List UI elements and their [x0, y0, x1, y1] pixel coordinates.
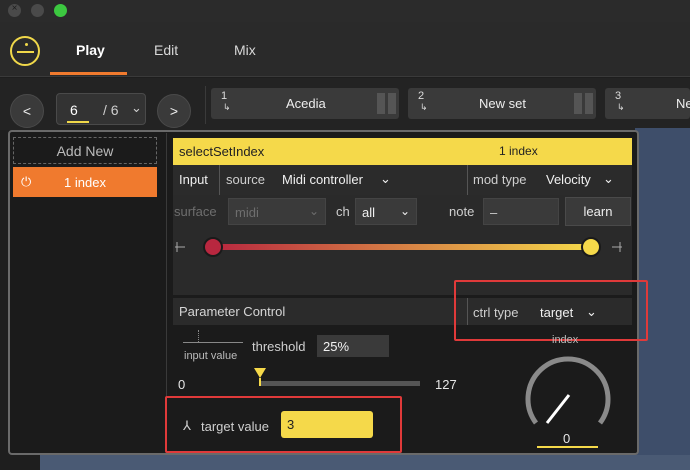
parameter-slider[interactable]	[250, 366, 426, 388]
mapping-count: 1 index	[499, 144, 538, 158]
set-slot-index: 2	[418, 90, 425, 102]
mapping-list-item-label: 1 index	[64, 175, 106, 190]
slider-max-label: 127	[435, 377, 457, 392]
knob-value: 0	[563, 431, 571, 446]
return-arrow-icon: ↳	[420, 102, 428, 112]
threshold-input[interactable]: 25%	[317, 335, 389, 357]
mod-type-dropdown[interactable]: Velocity ⌄	[546, 171, 626, 190]
chevron-down-icon: ⌄	[131, 100, 142, 115]
input-section-label: Input	[179, 172, 208, 187]
channel-dropdown[interactable]: all ⌄	[355, 198, 417, 225]
index-knob[interactable]	[522, 345, 614, 440]
threshold-label: threshold	[252, 339, 306, 354]
mapping-list-item[interactable]: ⏻ 1 index	[13, 167, 157, 197]
source-dropdown[interactable]: Midi controller ⌄	[282, 171, 402, 190]
window-titlebar	[0, 0, 690, 22]
range-max-handle	[581, 237, 601, 257]
note-label: note	[449, 204, 475, 219]
chevron-down-icon: ⌄	[399, 204, 410, 218]
set-slot-name: Ne	[676, 96, 690, 111]
parameter-control-title: Parameter Control	[179, 304, 286, 319]
window-close-button[interactable]: ×	[8, 3, 21, 17]
active-tab-indicator	[50, 72, 127, 75]
chevron-down-icon: ⌄	[380, 171, 391, 186]
tab-edit[interactable]: Edit	[154, 42, 178, 58]
set-slot-name: New set	[479, 96, 526, 111]
total-sets: / 6	[103, 102, 119, 118]
previous-set-button[interactable]: <	[10, 94, 44, 128]
mapping-header: selectSetIndex 1 index	[173, 138, 632, 165]
mapping-title: selectSetIndex	[179, 144, 265, 159]
tab-play[interactable]: Play	[76, 42, 105, 58]
add-new-button[interactable]: Add New	[13, 137, 157, 164]
grip-icon[interactable]	[574, 93, 582, 114]
learn-button[interactable]: learn	[565, 197, 631, 226]
input-range-slider[interactable]	[173, 233, 632, 263]
parameter-slider-thumb	[254, 368, 266, 378]
set-slot[interactable]: 3 ↳ Ne	[605, 88, 690, 119]
surface-dropdown[interactable]: midi ⌄	[228, 198, 326, 225]
tab-mix[interactable]: Mix	[234, 42, 256, 58]
return-arrow-icon: ↳	[617, 102, 625, 112]
set-slot-index: 3	[615, 90, 622, 102]
input-value-indicator	[198, 330, 199, 342]
set-slot-name: Acedia	[286, 96, 326, 111]
chevron-down-icon: ⌄	[308, 204, 319, 218]
channel-label: ch	[336, 204, 350, 219]
parameter-slider-track	[260, 381, 420, 386]
mod-type-label: mod type	[473, 172, 527, 187]
range-min-handle	[203, 237, 223, 257]
close-icon: ×	[11, 3, 18, 14]
window-maximize-button[interactable]	[54, 4, 67, 17]
background-track-area	[40, 455, 690, 470]
input-value-label: input value	[184, 350, 238, 362]
range-track	[213, 244, 591, 250]
set-slot-index: 1	[221, 90, 228, 102]
app-logo-icon	[10, 36, 40, 66]
set-slot[interactable]: 2 ↳ New set	[408, 88, 596, 119]
window-minimize-button[interactable]	[31, 4, 44, 17]
surface-label: surface	[174, 204, 217, 219]
set-selector[interactable]: 6 / 6 ⌄	[56, 93, 146, 125]
grip-icon[interactable]	[377, 93, 385, 114]
highlight-box	[165, 396, 402, 453]
next-set-button[interactable]: >	[157, 94, 191, 128]
chevron-down-icon: ⌄	[603, 171, 614, 186]
highlight-box	[454, 280, 648, 341]
note-input[interactable]: –	[483, 198, 559, 225]
source-label: source	[226, 172, 266, 187]
current-set-number: 6	[70, 102, 78, 118]
set-slot[interactable]: 1 ↳ Acedia	[211, 88, 399, 119]
slider-min-label: 0	[178, 377, 186, 392]
return-arrow-icon: ↳	[223, 102, 231, 112]
